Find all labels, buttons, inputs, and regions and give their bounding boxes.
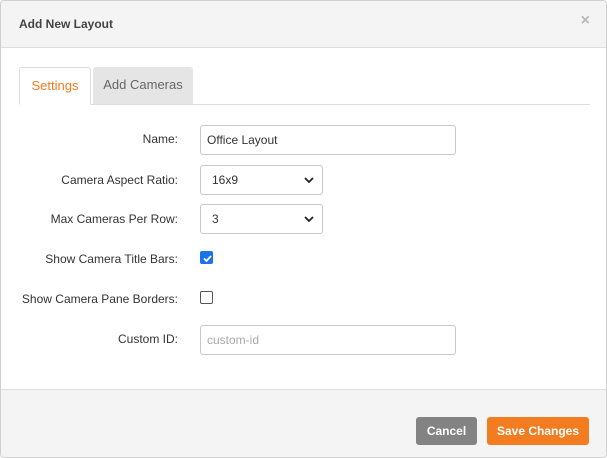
max-cameras-select[interactable]: 3 [200, 204, 323, 234]
title-bars-label: Show Camera Title Bars: [45, 252, 178, 266]
aspect-ratio-value: 16x9 [212, 173, 239, 187]
name-label: Name: [142, 132, 178, 146]
title-bars-checkbox[interactable] [200, 251, 213, 264]
pane-borders-label: Show Camera Pane Borders: [21, 292, 178, 306]
dialog-title: Add New Layout [19, 17, 114, 31]
dialog-footer: Cancel Save Changes [1, 389, 606, 457]
max-cameras-label: Max Cameras Per Row: [50, 212, 178, 226]
add-layout-dialog: Add New Layout × Settings Add Cameras Na… [0, 0, 607, 458]
name-input[interactable] [200, 125, 456, 155]
pane-borders-checkbox[interactable] [200, 291, 213, 304]
max-cameras-value: 3 [212, 212, 219, 226]
save-changes-button[interactable]: Save Changes [487, 417, 589, 445]
close-icon[interactable]: × [581, 13, 590, 29]
tab-add-cameras[interactable]: Add Cameras [93, 67, 193, 104]
custom-id-input[interactable] [200, 325, 456, 355]
checkmark-icon [203, 255, 212, 263]
cancel-button[interactable]: Cancel [416, 417, 477, 445]
tab-settings[interactable]: Settings [19, 67, 91, 105]
custom-id-label: Custom ID: [117, 332, 178, 346]
chevron-down-icon [304, 216, 314, 223]
chevron-down-icon [304, 177, 314, 184]
tab-bar: Settings Add Cameras [19, 67, 590, 105]
aspect-ratio-label: Camera Aspect Ratio: [61, 173, 178, 187]
aspect-ratio-select[interactable]: 16x9 [200, 165, 323, 195]
dialog-header: Add New Layout × [1, 1, 606, 48]
